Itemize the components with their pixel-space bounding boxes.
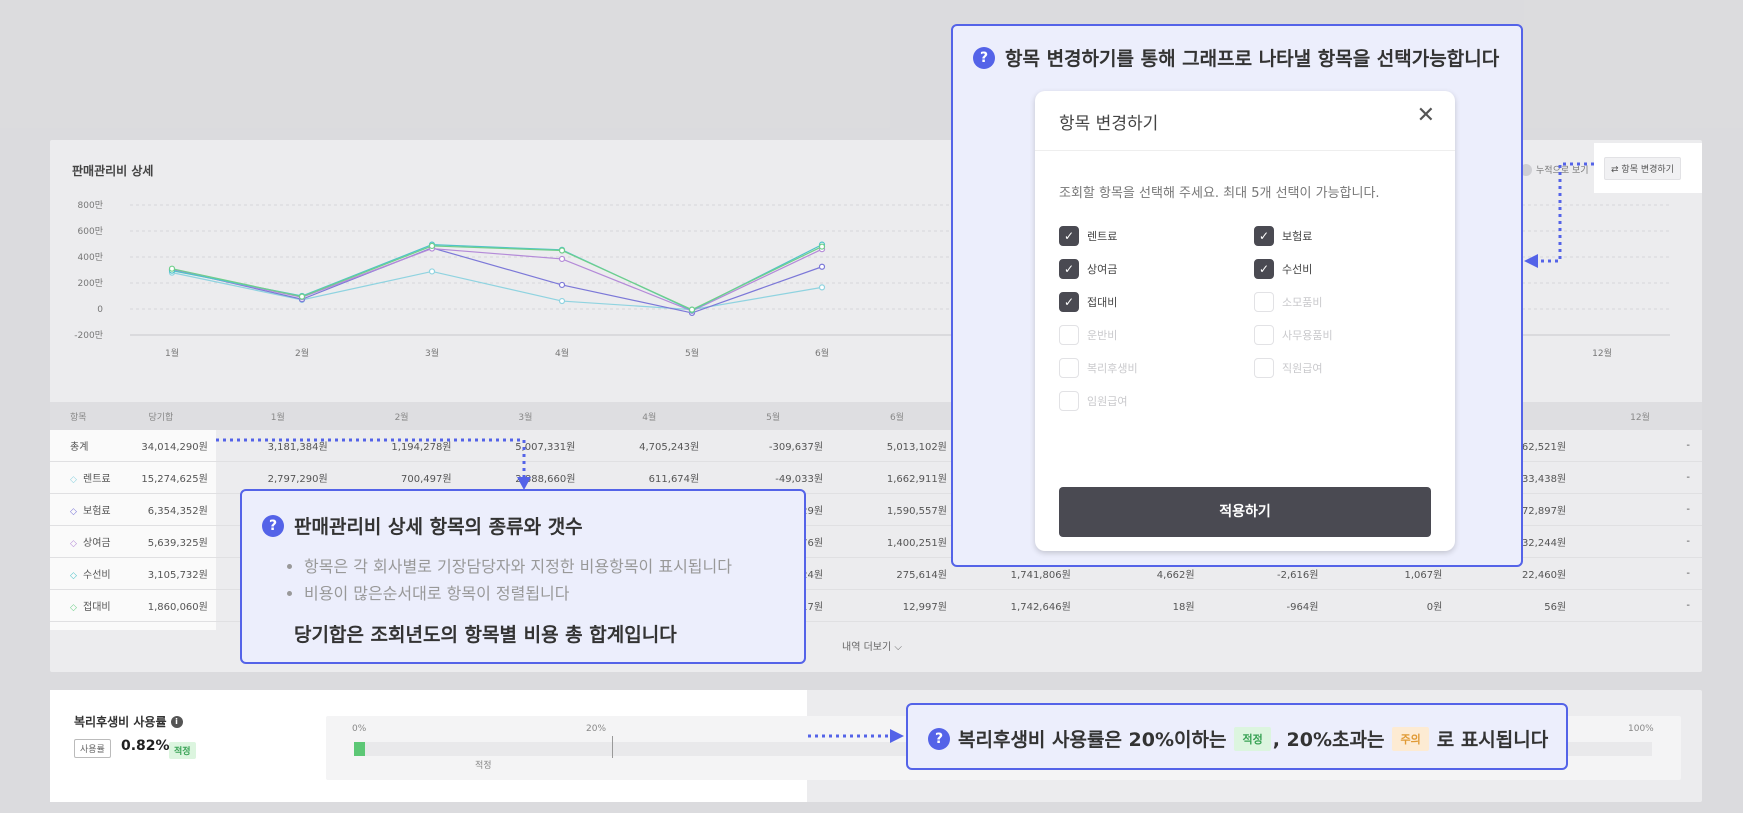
callout-mid-note: 당기합은 조회년도의 항목별 비용 총 합계입니다 xyxy=(294,624,677,646)
modal-title: 항목 변경하기 xyxy=(1059,114,1159,134)
option-label: 접대비 xyxy=(1087,296,1118,309)
item-option[interactable]: ✓ 접대비 xyxy=(1059,292,1117,312)
modal-header: 항목 변경하기 ✕ xyxy=(1035,91,1455,151)
checkbox-checked-icon[interactable]: ✓ xyxy=(1059,259,1079,279)
item-option[interactable]: ✓ 보험료 xyxy=(1254,226,1312,246)
option-label: 소모품비 xyxy=(1282,296,1323,309)
checkbox-checked-icon[interactable]: ✓ xyxy=(1059,292,1079,312)
warn-badge: 주의 xyxy=(1392,726,1429,751)
item-option[interactable]: ✓ 상여금 xyxy=(1059,259,1117,279)
checkbox-icon[interactable] xyxy=(1254,358,1274,378)
item-option[interactable]: 소모품비 xyxy=(1254,292,1322,312)
option-label: 임원급여 xyxy=(1087,395,1128,408)
option-label: 보험료 xyxy=(1282,230,1313,243)
callout-mid-list: 항목은 각 회사별로 기장담당자와 지정한 비용항목이 표시됩니다 비용이 많은… xyxy=(304,553,732,607)
modal-description: 조회할 항목을 선택해 주세요. 최대 5개 선택이 가능합니다. xyxy=(1059,186,1380,201)
item-option[interactable]: 직원급여 xyxy=(1254,358,1322,378)
checkbox-icon[interactable] xyxy=(1254,325,1274,345)
list-item: 비용이 많은순서대로 항목이 정렬됩니다 xyxy=(304,580,732,607)
checkbox-icon[interactable] xyxy=(1059,325,1079,345)
checkbox-icon[interactable] xyxy=(1254,292,1274,312)
checkbox-icon[interactable] xyxy=(1059,391,1079,411)
callout-bot-text-1: 복리후생비 사용률은 20%이하는 xyxy=(958,729,1227,751)
close-icon[interactable]: ✕ xyxy=(1417,105,1435,127)
item-option[interactable]: ✓ 렌트료 xyxy=(1059,226,1117,246)
callout-bot-text-2: , 20%초과는 xyxy=(1272,729,1385,751)
item-option[interactable]: 운반비 xyxy=(1059,325,1117,345)
callout-top-text: 항목 변경하기를 통해 그래프로 나타낼 항목을 선택가능합니다 xyxy=(1005,48,1500,70)
callout-mid-title: 판매관리비 상세 항목의 종류와 갯수 xyxy=(294,516,583,538)
callout-sga-items: ? 판매관리비 상세 항목의 종류와 갯수 항목은 각 회사별로 기장담당자와 … xyxy=(240,489,806,664)
question-icon: ? xyxy=(973,46,995,69)
option-label: 상여금 xyxy=(1087,263,1118,276)
apply-button[interactable]: 적용하기 xyxy=(1059,487,1431,537)
ok-badge: 적정 xyxy=(1234,726,1271,751)
option-label: 직원급여 xyxy=(1282,362,1323,375)
item-option[interactable]: ✓ 수선비 xyxy=(1254,259,1312,279)
item-option[interactable]: 복리후생비 xyxy=(1059,358,1138,378)
item-option[interactable]: 임원급여 xyxy=(1059,391,1127,411)
option-label: 사무용품비 xyxy=(1282,329,1333,342)
checkbox-checked-icon[interactable]: ✓ xyxy=(1254,259,1274,279)
option-label: 복리후생비 xyxy=(1087,362,1138,375)
callout-bot-text-3: 로 표시됩니다 xyxy=(1436,729,1549,751)
question-icon: ? xyxy=(262,514,284,537)
checkbox-checked-icon[interactable]: ✓ xyxy=(1254,226,1274,246)
change-items-modal: 항목 변경하기 ✕ 조회할 항목을 선택해 주세요. 최대 5개 선택이 가능합… xyxy=(1035,91,1455,551)
question-icon: ? xyxy=(928,727,950,750)
option-label: 운반비 xyxy=(1087,329,1118,342)
checkbox-checked-icon[interactable]: ✓ xyxy=(1059,226,1079,246)
list-item: 항목은 각 회사별로 기장담당자와 지정한 비용항목이 표시됩니다 xyxy=(304,553,732,580)
item-option[interactable]: 사무용품비 xyxy=(1254,325,1333,345)
checkbox-icon[interactable] xyxy=(1059,358,1079,378)
option-label: 렌트료 xyxy=(1087,230,1118,243)
option-label: 수선비 xyxy=(1282,263,1313,276)
callout-welfare-rate: ? 복리후생비 사용률은 20%이하는 적정 , 20%초과는 주의 로 표시됩… xyxy=(906,703,1568,770)
